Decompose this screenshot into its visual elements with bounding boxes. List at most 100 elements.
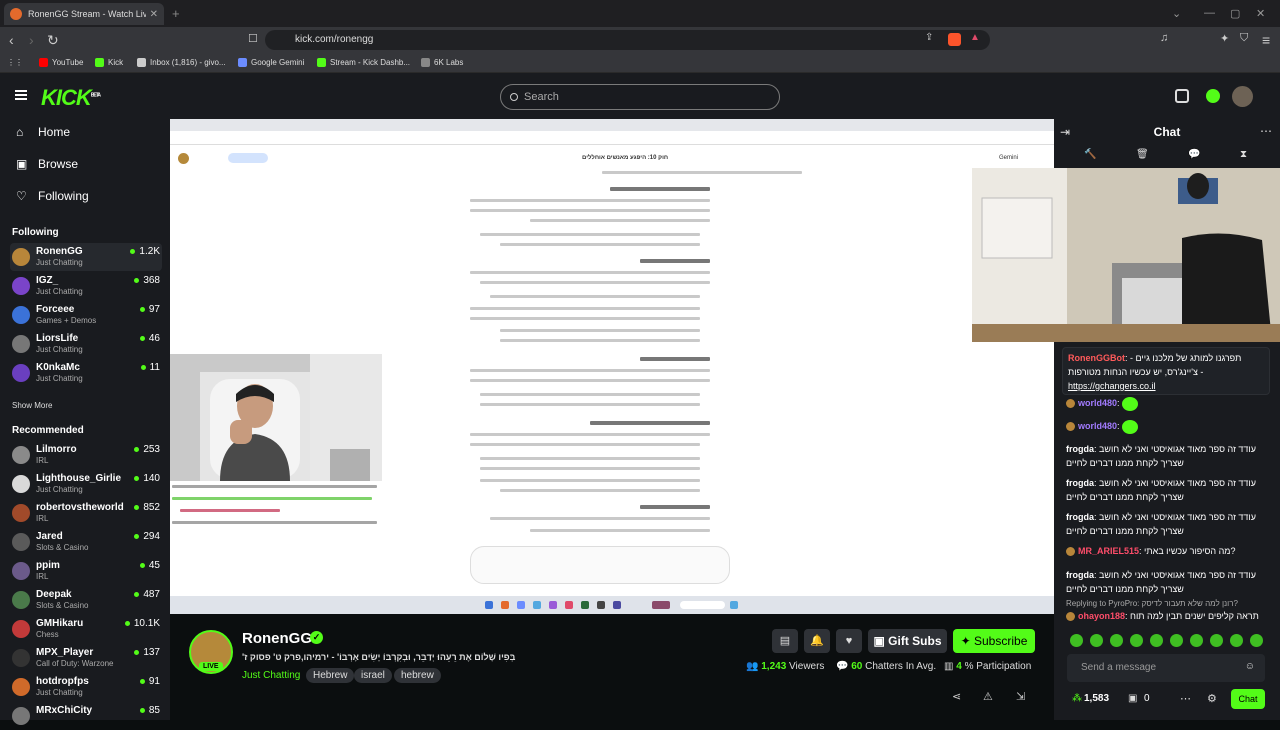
sidebar-channel[interactable]: MPX_Player Call of Duty: Warzone 137 <box>10 644 162 672</box>
search-input[interactable]: Search <box>500 84 780 110</box>
menu-toggle-icon[interactable] <box>15 90 27 100</box>
bookmark-kick-dashboard[interactable]: Stream - Kick Dashb... <box>317 58 410 67</box>
chat-username[interactable]: frogda <box>1066 570 1094 580</box>
points-count[interactable]: 1,583 <box>1084 693 1109 704</box>
hammer-icon[interactable]: 🔨 <box>1084 149 1096 160</box>
user-avatar[interactable] <box>1232 86 1253 107</box>
settings-gear-icon[interactable]: ⚙ <box>1207 692 1217 705</box>
report-icon[interactable]: ⚠ <box>983 690 993 703</box>
emote-icon[interactable] <box>1210 634 1223 647</box>
sidebar-channel[interactable]: Forceee Games + Demos 97 <box>10 301 162 329</box>
chat-options-icon[interactable]: ⋯ <box>1180 692 1191 705</box>
share-icon[interactable]: ⇪ <box>925 32 933 43</box>
subscribe-button[interactable]: ✦ Subscribe <box>953 629 1035 653</box>
chat-settings-more-icon[interactable]: ⋯ <box>1260 124 1272 138</box>
chat-username[interactable]: world480 <box>1078 398 1117 408</box>
nav-following[interactable]: ♡ Following <box>16 189 89 203</box>
address-bar[interactable]: kick.com/ronengg <box>265 30 990 50</box>
bookmark-gmail[interactable]: Inbox (1,816) - givo... <box>137 58 226 67</box>
tab-list-icon[interactable]: ⌄ <box>1172 7 1181 20</box>
bookmark-6klabs[interactable]: 6K Labs <box>421 58 463 67</box>
show-more-button[interactable]: Show More <box>12 401 52 410</box>
emote-icon[interactable] <box>1090 634 1103 647</box>
chat-username[interactable]: frogda <box>1066 478 1094 488</box>
channel-viewers: 45 <box>140 560 160 571</box>
chat-input[interactable]: Send a message ☺ <box>1067 654 1265 682</box>
share-icon[interactable]: ⋖ <box>952 690 961 703</box>
bookmark-gemini[interactable]: Google Gemini <box>238 58 304 67</box>
sidebar-channel[interactable]: RonenGG Just Chatting 1.2K <box>10 243 162 271</box>
notifications-button[interactable]: 🔔 <box>804 629 830 653</box>
sidebar-channel[interactable]: IGZ_ Just Chatting 368 <box>10 272 162 300</box>
emote-icon[interactable] <box>1150 634 1163 647</box>
chat-username[interactable]: MR_ARIEL515 <box>1078 546 1139 556</box>
tag-hebrew[interactable]: Hebrew <box>306 668 355 683</box>
emoji-icon[interactable]: ☺ <box>1245 661 1255 672</box>
emote-icon[interactable] <box>1230 634 1243 647</box>
menu-icon[interactable]: ≡ <box>1262 32 1270 48</box>
chat-username[interactable]: frogda <box>1066 444 1094 454</box>
emote-icon[interactable] <box>1070 634 1083 647</box>
bookmark-kick[interactable]: Kick <box>95 58 123 67</box>
ai-icon[interactable]: ✦ <box>1220 32 1229 45</box>
chat-message: frogda: עודד זה ספר מאוד אגואיסטי ואני ל… <box>1066 444 1256 468</box>
emote-icon[interactable] <box>1250 634 1263 647</box>
tag-hebrew-lower[interactable]: hebrew <box>394 668 441 683</box>
sidebar-channel[interactable]: hotdropfps Just Chatting 91 <box>10 673 162 701</box>
media-icon[interactable]: ♫ <box>1160 32 1168 44</box>
sidebar-channel[interactable]: Deepak Slots & Casino 487 <box>10 586 162 614</box>
sidebar-channel[interactable]: robertovstheworld IRL 852 <box>10 499 162 527</box>
gift-count[interactable]: 0 <box>1144 693 1150 704</box>
trash-icon[interactable]: 🗑 <box>1136 149 1149 160</box>
sidebar-channel[interactable]: GMHikaru Chess 10.1K <box>10 615 162 643</box>
kick-points-icon[interactable] <box>1206 89 1220 103</box>
emote-icon[interactable] <box>1130 634 1143 647</box>
back-icon[interactable]: ‹ <box>9 32 14 48</box>
minimize-icon[interactable]: — <box>1204 7 1215 19</box>
browser-tab[interactable]: RonenGG Stream - Watch Live ✕ <box>4 3 164 25</box>
timer-icon[interactable]: ⧗ <box>1240 149 1247 160</box>
message-icon[interactable]: 💬 <box>1188 149 1200 160</box>
send-chat-button[interactable]: Chat <box>1231 689 1265 709</box>
kick-favicon-icon <box>10 8 22 20</box>
maximize-icon[interactable]: ▢ <box>1230 7 1240 20</box>
chat-username[interactable]: world480 <box>1078 421 1117 431</box>
gift-subs-button[interactable]: ▣ Gift Subs <box>868 629 947 653</box>
sidebar-channel[interactable]: LiorsLife Just Chatting 46 <box>10 330 162 358</box>
sidebar-channel[interactable]: Lighthouse_Girlie Just Chatting 140 <box>10 470 162 498</box>
sidebar-channel[interactable]: MRxChiCity 85 <box>10 702 162 730</box>
new-tab-icon[interactable]: + <box>172 6 180 21</box>
rewards-icon[interactable]: ▲ <box>970 32 980 43</box>
reload-icon[interactable]: ↻ <box>47 32 59 49</box>
vpn-icon[interactable]: ⛉ <box>1240 32 1248 45</box>
chat-username[interactable]: frogda <box>1066 512 1094 522</box>
emote-icon[interactable] <box>1110 634 1123 647</box>
bookmark-icon[interactable]: ☐ <box>248 32 258 45</box>
clip-button[interactable]: ▤ <box>772 629 798 653</box>
apps-icon[interactable]: ⋮⋮ <box>7 58 23 67</box>
chat-username[interactable]: ohayon188 <box>1078 611 1125 621</box>
brave-shield-icon[interactable] <box>948 33 961 46</box>
channel-viewers: 852 <box>134 502 160 513</box>
tag-israel[interactable]: israel <box>354 668 392 683</box>
close-window-icon[interactable]: ✕ <box>1256 7 1265 20</box>
follow-button[interactable]: ♥ <box>836 629 862 653</box>
close-tab-icon[interactable]: ✕ <box>150 9 158 20</box>
pinned-link[interactable]: https://gchangers.co.il <box>1068 381 1156 391</box>
sidebar-channel[interactable]: Lilmorro IRL 253 <box>10 441 162 469</box>
stream-manager-icon[interactable] <box>1175 89 1189 103</box>
emote-icon[interactable] <box>1190 634 1203 647</box>
nav-browse[interactable]: ▣ Browse <box>16 157 78 171</box>
kick-logo[interactable]: KICKBETA <box>41 85 101 111</box>
bookmark-youtube[interactable]: YouTube <box>39 58 83 67</box>
video-player[interactable]: חוק 10: היפגע מאנשים אוחללים Gemini <box>170 119 1054 614</box>
nav-home[interactable]: ⌂ Home <box>16 125 70 139</box>
sidebar-channel[interactable]: Jared Slots & Casino 294 <box>10 528 162 556</box>
sidebar-channel[interactable]: K0nkaMc Just Chatting 11 <box>10 359 162 387</box>
emote-icon[interactable] <box>1170 634 1183 647</box>
stream-category[interactable]: Just Chatting <box>242 670 300 681</box>
forward-icon[interactable]: › <box>29 32 34 48</box>
theater-mode-icon[interactable]: ⇲ <box>1016 690 1025 703</box>
sidebar-channel[interactable]: ppim IRL 45 <box>10 557 162 585</box>
streamer-name[interactable]: RonenGG <box>242 630 312 647</box>
